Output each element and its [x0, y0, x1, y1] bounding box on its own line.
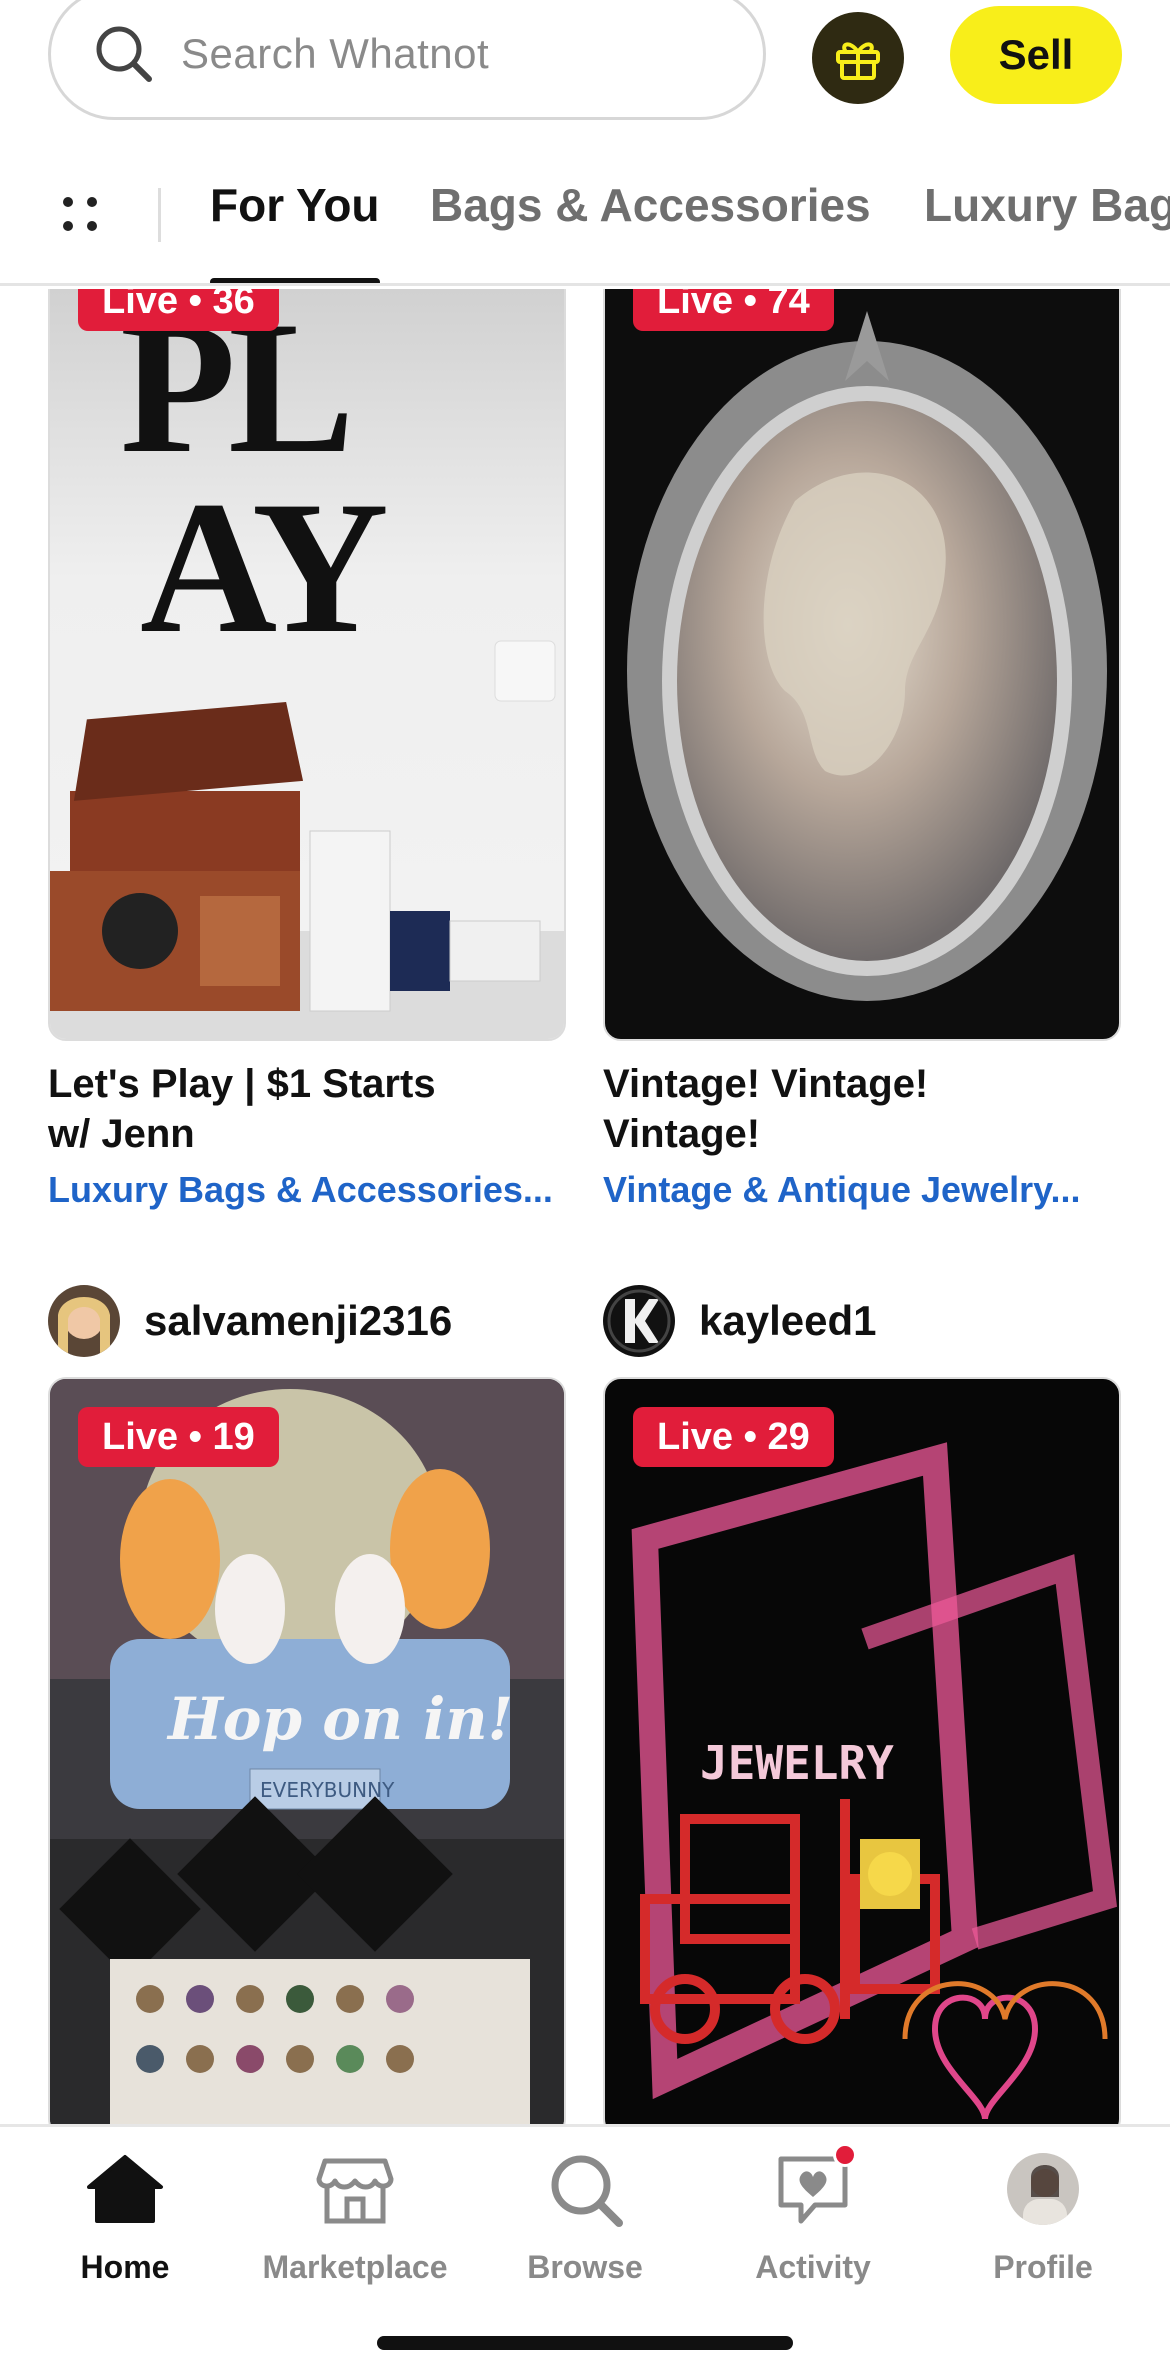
nav-profile[interactable]: Profile: [943, 2147, 1143, 2286]
live-feed: PL AY Live • 36 Live • 74 Let's Play | $…: [0, 289, 1170, 2124]
stream-title-line: w/ Jenn: [48, 1112, 195, 1156]
notification-dot: [833, 2143, 857, 2167]
nav-label: Browse: [527, 2249, 643, 2285]
live-badge: Live • 74: [633, 289, 834, 331]
stream-thumbnail[interactable]: Live • 74: [603, 289, 1121, 1041]
nav-label: Profile: [993, 2249, 1093, 2285]
storefront-icon: [316, 2158, 394, 2224]
home-icon: [87, 2155, 163, 2223]
nav-label: Activity: [755, 2249, 871, 2285]
stream-title[interactable]: Let's Play | $1 Starts w/ Jenn: [48, 1059, 588, 1159]
bunny-jewelry-image: Hop on in! EVERYBUNNY: [50, 1379, 564, 2124]
jewelry-text: JEWELRY: [700, 1736, 894, 1790]
category-tabs: For You Bags & Accessories Luxury Bag: [0, 150, 1170, 286]
home-indicator: [377, 2336, 793, 2350]
stream-title-line: Vintage! Vintage!: [603, 1062, 929, 1106]
svg-text:AY: AY: [140, 463, 386, 673]
stream-thumbnail[interactable]: JEWELRY Live • 29: [603, 1377, 1121, 2124]
stream-category-link[interactable]: Vintage & Antique Jewelry...: [603, 1169, 1123, 1211]
active-tab-underline: [210, 278, 380, 283]
top-bar: Search Whatnot Sell: [0, 0, 1170, 150]
seller-username: salvamenji2316: [144, 1297, 453, 1344]
nav-activity[interactable]: Activity: [713, 2143, 913, 2286]
seller-username: kayleed1: [699, 1297, 877, 1344]
nav-label: Home: [80, 2249, 170, 2285]
tab-luxury-bags[interactable]: Luxury Bag: [924, 178, 1170, 232]
stream-thumbnail[interactable]: Hop on in! EVERYBUNNY Live • 19: [48, 1377, 566, 2124]
stream-title-line: Let's Play | $1 Starts: [48, 1062, 436, 1106]
search-bar[interactable]: Search Whatnot: [48, 0, 766, 120]
tab-divider: [158, 188, 161, 242]
stream-category-link[interactable]: Luxury Bags & Accessories...: [48, 1169, 568, 1211]
gift-button[interactable]: [812, 12, 904, 104]
nav-browse[interactable]: Browse: [485, 2147, 685, 2286]
nav-marketplace[interactable]: Marketplace: [255, 2147, 455, 2286]
tab-for-you[interactable]: For You: [210, 178, 380, 232]
gift-icon: [836, 42, 880, 80]
seller-info[interactable]: kayleed1: [603, 1285, 876, 1357]
sell-button[interactable]: Sell: [950, 6, 1122, 104]
cameo-brooch-image: [627, 311, 1107, 1001]
live-badge: Live • 29: [633, 1407, 834, 1467]
seller-info[interactable]: salvamenji2316: [48, 1285, 452, 1357]
search-placeholder: Search Whatnot: [181, 30, 490, 77]
live-badge: Live • 36: [78, 289, 279, 331]
nav-label: Marketplace: [262, 2249, 448, 2285]
tab-bags-accessories[interactable]: Bags & Accessories: [430, 178, 871, 232]
stream-title[interactable]: Vintage! Vintage! Vintage!: [603, 1059, 1143, 1159]
live-badge: Live • 19: [78, 1407, 279, 1467]
activity-icon-wrap: [771, 2143, 857, 2231]
nav-home[interactable]: Home: [25, 2147, 225, 2286]
sign-text: Hop on in!: [166, 1685, 513, 1753]
stream-thumbnail[interactable]: PL AY Live • 36: [48, 289, 566, 1041]
stream-title-line: Vintage!: [603, 1112, 761, 1156]
search-icon: [96, 26, 152, 82]
categories-grid-icon[interactable]: [58, 192, 102, 236]
search-icon: [551, 2155, 623, 2227]
jewelry-logo-image: JEWELRY: [631, 1442, 1118, 2120]
seller-avatar: [48, 1285, 120, 1357]
record-player-image: PL AY: [50, 289, 564, 1039]
profile-avatar: [1007, 2153, 1079, 2225]
seller-avatar: [603, 1285, 675, 1357]
